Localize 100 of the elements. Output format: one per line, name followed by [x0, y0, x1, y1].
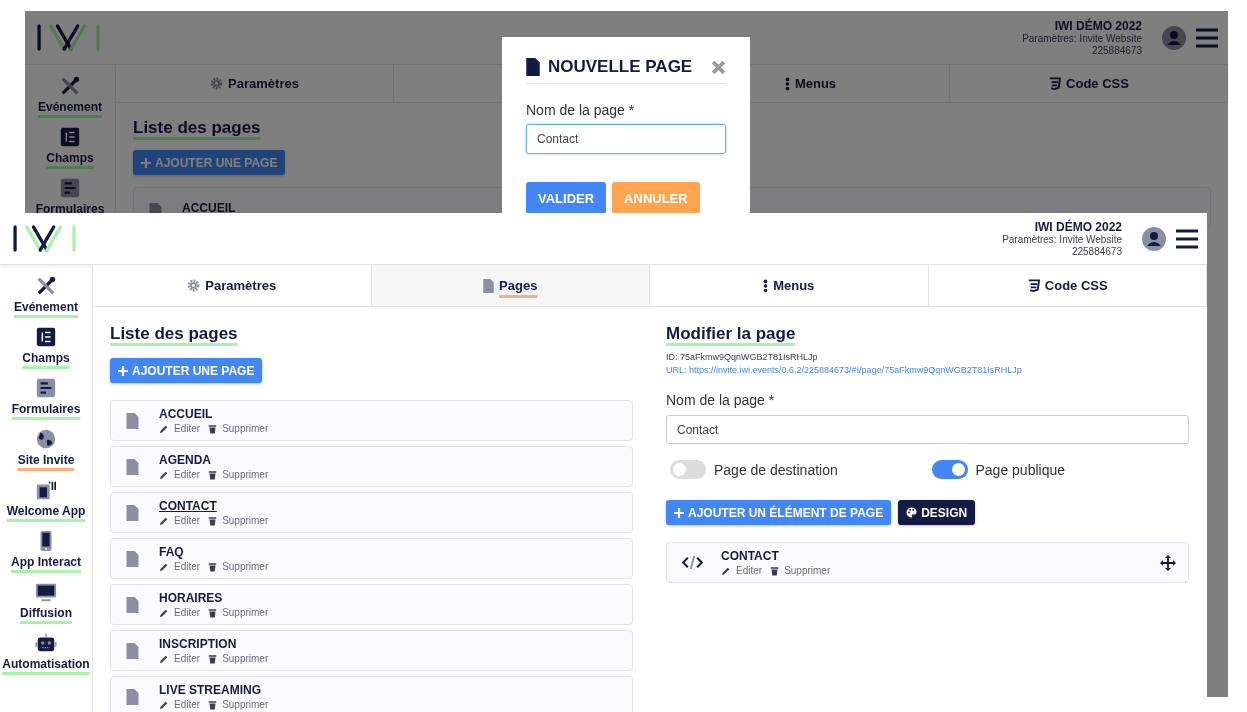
settings-icon [187, 279, 201, 292]
sidebar-item[interactable]: Champs [46, 151, 94, 168]
document-icon [526, 58, 540, 76]
list-icon[interactable] [35, 377, 57, 399]
field-label: Nom de la page * [526, 102, 636, 118]
delete-link[interactable]: Supprimer [208, 561, 269, 572]
pencil-icon [159, 607, 169, 618]
dots-icon [763, 278, 769, 293]
sidebar-item[interactable]: Automatisation [2, 657, 90, 674]
delete-link[interactable]: Supprimer [208, 607, 269, 618]
settings-icon [210, 77, 224, 90]
sidebar-item[interactable]: App Interact [11, 555, 81, 572]
document-icon [126, 642, 139, 659]
event-subtitle: Paramètres: Invite Website [1022, 32, 1142, 45]
event-id: 225884673 [1091, 44, 1142, 57]
palette-icon [906, 507, 918, 518]
page-row[interactable]: HORAIRES Editer Supprimer [110, 584, 633, 625]
plus-icon [141, 157, 151, 168]
section-heading: Liste des pages [110, 324, 238, 344]
sidebar-item[interactable]: Formulaires [11, 402, 81, 419]
page-name-field[interactable]: Contact [526, 124, 726, 154]
page-title[interactable]: AGENDA [159, 453, 269, 467]
document-icon [126, 504, 139, 521]
event-title: IWI DÉMO 2022 [1034, 219, 1122, 234]
css-icon [1026, 279, 1040, 292]
pencil-icon [159, 699, 169, 710]
form-icon[interactable] [35, 326, 57, 348]
trash-icon [208, 699, 218, 710]
edit-link[interactable]: Editer [159, 699, 201, 710]
toggle-label: Page publique [975, 461, 1066, 478]
edit-link[interactable]: Editer [159, 561, 201, 572]
pencil-icon [159, 561, 169, 572]
field-label: Nom de la page * [666, 392, 775, 408]
element-row[interactable]: CONTACT Editer Supprimer [666, 542, 1189, 583]
monitor-icon[interactable] [35, 581, 57, 603]
pencil-icon [721, 565, 731, 576]
page-title[interactable]: LIVE STREAMING [159, 683, 269, 697]
edit-link[interactable]: Editer [159, 423, 201, 434]
sidebar-item[interactable]: Evénement [38, 100, 102, 117]
document-icon [126, 550, 139, 567]
page-title[interactable]: FAQ [159, 545, 269, 559]
kiosk-icon[interactable] [35, 479, 57, 501]
trash-icon [208, 515, 218, 526]
page-title[interactable]: CONTACT [159, 499, 269, 513]
delete-link[interactable]: Supprimer [208, 515, 269, 526]
trash-icon [208, 423, 218, 434]
pencil-icon [159, 423, 169, 434]
section-heading: Liste des pages [133, 118, 261, 138]
robot-icon[interactable] [35, 632, 57, 654]
edit-link[interactable]: Editer [721, 565, 763, 576]
code-icon [682, 555, 703, 570]
url-link[interactable]: URL: https://invite.iwi.events/0.6.2/225884673/#!/page/75aFkmw9QqnWGB2T81IsRHLJp [666, 365, 1022, 375]
globe-icon[interactable] [35, 428, 57, 450]
document-icon [126, 412, 139, 429]
toggle-label: Page de destination [714, 461, 838, 478]
design-button[interactable]: DESIGN [898, 500, 976, 525]
edit-link[interactable]: Editer [159, 607, 201, 618]
document-icon [126, 688, 139, 705]
pencil-icon [159, 653, 169, 664]
document-icon [126, 458, 139, 475]
trash-icon [770, 565, 780, 576]
plus-icon [118, 365, 128, 376]
page-row[interactable]: ACCUEIL Editer Supprimer [110, 400, 633, 441]
delete-link[interactable]: Supprimer [208, 423, 269, 434]
delete-link[interactable]: Supprimer [208, 699, 269, 710]
page-title[interactable]: HORAIRES [159, 591, 269, 605]
delete-link[interactable]: Supprimer [208, 469, 269, 480]
page-title[interactable]: INSCRIPTION [159, 637, 269, 651]
sidebar-item[interactable]: Site Invite [17, 453, 75, 470]
page-row[interactable]: CONTACT Editer Supprimer [110, 492, 633, 533]
page-row[interactable]: INSCRIPTION Editer Supprimer [110, 630, 633, 671]
menu-icon[interactable] [1176, 228, 1198, 249]
sidebar-item[interactable]: Evénement [14, 300, 78, 317]
trash-icon [208, 653, 218, 664]
sidebar-item[interactable]: Welcome App [6, 504, 86, 521]
tools-icon[interactable] [35, 275, 57, 297]
delete-link[interactable]: Supprimer [208, 653, 269, 664]
event-title: IWI DÉMO 2022 [1054, 18, 1142, 33]
edit-link[interactable]: Editer [159, 469, 201, 480]
avatar-icon[interactable] [1142, 226, 1166, 251]
move-icon[interactable] [1160, 554, 1176, 571]
sidebar-item[interactable]: Diffusion [20, 606, 72, 623]
delete-link[interactable]: Supprimer [770, 565, 831, 576]
document-icon [126, 596, 139, 613]
page-title[interactable]: ACCUEIL [182, 201, 236, 215]
toggle-switch[interactable] [670, 460, 706, 479]
page-row[interactable]: LIVE STREAMING Editer Supprimer [110, 676, 633, 712]
close-icon[interactable] [711, 59, 726, 75]
page-row[interactable]: AGENDA Editer Supprimer [110, 446, 633, 487]
page-name-field[interactable]: Contact [666, 415, 1189, 444]
sidebar-item[interactable]: Champs [22, 351, 70, 368]
page-title[interactable]: ACCUEIL [159, 407, 269, 421]
toggle-switch[interactable] [931, 460, 968, 479]
page-row[interactable]: FAQ Editer Supprimer [110, 538, 633, 579]
plus-icon [674, 507, 684, 518]
edit-link[interactable]: Editer [159, 653, 201, 664]
tab[interactable]: Pages [371, 265, 650, 306]
event-subtitle: Paramètres: Invite Website [1002, 233, 1122, 246]
edit-link[interactable]: Editer [159, 515, 201, 526]
trash-icon [208, 469, 218, 480]
